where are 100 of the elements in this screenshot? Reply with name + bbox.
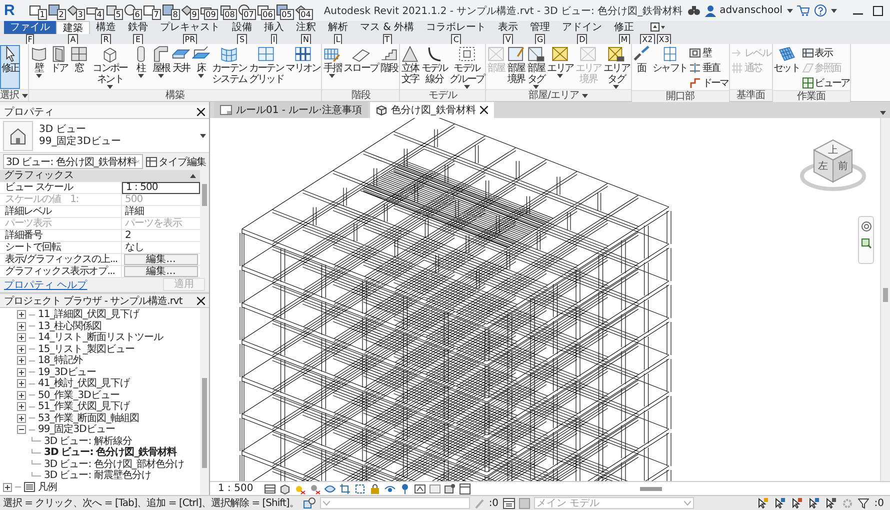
ribbon-button[interactable]: セット (772, 45, 801, 90)
view-tab[interactable]: ルール01 - ルール·注意事項 (214, 102, 368, 118)
ribbon-button[interactable]: モデル 線分 (420, 45, 448, 89)
tree-item[interactable]: 14_リスト_断面リストツール (0, 332, 200, 344)
ribbon-button[interactable]: シャフト (652, 45, 688, 90)
group-header[interactable]: グラフィックス (0, 170, 200, 182)
ribbon-button[interactable]: 表示 (800, 46, 850, 60)
view-tab[interactable]: 色分け図_鉄骨材料 (370, 102, 494, 118)
ribbon-button[interactable]: 手摺 (322, 45, 342, 89)
ribbon-tab[interactable]: プレキャスト (154, 21, 226, 34)
ribbon-tab[interactable]: 修正 (608, 21, 640, 34)
close-icon[interactable] (480, 106, 488, 114)
scrollbar-thumb[interactable] (883, 288, 888, 302)
toolbar-button[interactable]: 2 (46, 2, 63, 19)
ribbon-tab[interactable]: コラボレート (420, 21, 492, 34)
toolbar-button[interactable]: 08 (216, 2, 234, 19)
pinned-select-icon[interactable] (791, 497, 804, 509)
toolbar-button[interactable]: 06 (254, 2, 272, 19)
steering-wheel-icon[interactable] (860, 221, 872, 232)
ribbon-button[interactable]: スロープ (342, 45, 380, 89)
toolbar-button[interactable]: 9 (178, 2, 196, 19)
ribbon-button[interactable]: 階段 (379, 45, 400, 89)
ribbon-tab[interactable]: 表示 (492, 21, 524, 34)
help-icon[interactable] (814, 4, 826, 17)
ribbon-button[interactable]: 面 (632, 45, 652, 90)
ribbon-button[interactable]: ドア (49, 45, 69, 89)
constraints-icon[interactable] (444, 482, 456, 494)
ribbon-tab[interactable]: 構造 (90, 21, 122, 34)
tree-item[interactable]: 18_特記外 (0, 355, 200, 366)
ribbon-tab[interactable]: 設備 (226, 21, 258, 34)
ribbon-button[interactable]: 柱 (131, 45, 151, 89)
ribbon-button[interactable]: ビューア (800, 76, 850, 90)
tree-item[interactable]: 凡例 (0, 482, 200, 493)
workset-icon[interactable] (302, 497, 316, 509)
tree-item[interactable]: 3D ビュー: 色分け図_部材色分け (0, 458, 200, 470)
ribbon-tab[interactable]: 注釈 (290, 21, 322, 34)
drag-select-icon[interactable] (825, 497, 838, 509)
tree-item[interactable]: 3D ビュー: 色分け図_鉄骨材料 (0, 447, 200, 458)
cart-icon[interactable] (796, 5, 810, 16)
type-selector[interactable]: 3D ビュー 99_固定3Dビュー (0, 119, 209, 153)
ribbon-button[interactable]: エリア (546, 45, 574, 89)
ribbon-button[interactable]: 窓 (69, 45, 89, 89)
user-icon[interactable] (704, 4, 716, 16)
ribbon-tab[interactable]: 鉄骨 (122, 21, 154, 34)
detail-level-icon[interactable] (264, 482, 276, 494)
tree-item[interactable]: 15_リスト_製図ビュー (0, 344, 200, 355)
ribbon-button[interactable]: 立体 文字 (400, 45, 420, 89)
ribbon-button[interactable]: 垂直 (688, 61, 730, 75)
toolbar-button[interactable]: 07 (236, 2, 253, 19)
toolbar-button[interactable]: 3 (64, 2, 82, 19)
tree-item[interactable]: 41_検討_伏図_見下げ (0, 378, 200, 390)
view-properties-icon[interactable] (459, 482, 472, 494)
ribbon-tab[interactable]: ファイル (4, 21, 56, 34)
filter-icon[interactable] (858, 498, 870, 508)
ribbon-tab[interactable]: 挿入 (258, 21, 290, 34)
ribbon-button[interactable]: カーテン システム (211, 45, 248, 89)
tree-item[interactable]: 11_詳細図_伏図_見下げ (0, 309, 200, 320)
toolbar-button[interactable]: 6 (122, 2, 139, 19)
lock-icon[interactable] (369, 482, 382, 494)
ribbon-button[interactable]: 部屋 境界 (506, 45, 526, 89)
toolbar-button[interactable]: 4 (84, 2, 101, 19)
tree-item[interactable]: 99_固定3Dビュー (0, 424, 200, 436)
ribbon-button[interactable]: ドーマ (688, 76, 730, 90)
ribbon-button[interactable]: 部屋 タグ (526, 45, 546, 89)
design-options-icon[interactable] (502, 498, 515, 508)
ribbon-tab[interactable]: 解析 (322, 21, 354, 34)
tree-item[interactable]: 3D ビュー: 耐震壁色分け (0, 470, 200, 482)
scale-field[interactable]: 1 : 500 (122, 182, 200, 194)
ribbon-button[interactable]: 壁 (688, 46, 730, 60)
ribbon-button[interactable]: マリオン (284, 45, 322, 89)
maximize-icon[interactable] (872, 6, 882, 16)
ribbon-button[interactable]: カーテン グリッド (248, 45, 285, 89)
toolbar-button[interactable]: 8 (160, 2, 177, 19)
zoom-icon[interactable] (860, 238, 872, 249)
ribbon-button[interactable]: 修正 (0, 45, 20, 89)
ribbon-button[interactable]: 屋根 (151, 45, 171, 89)
ribbon-button[interactable]: エリア タグ (602, 45, 630, 89)
underlay-select-icon[interactable] (774, 497, 786, 509)
tree-item[interactable]: 51_作業_伏図_見下げ (0, 401, 200, 412)
close-icon[interactable] (197, 108, 205, 116)
tree-item[interactable]: 50_作業_3Dビュー (0, 390, 200, 401)
face-select-icon[interactable] (808, 497, 820, 509)
crop-icon[interactable] (339, 482, 352, 494)
scrollbar-thumb[interactable] (202, 184, 207, 206)
edit-type-button[interactable]: タイプ編集 (146, 154, 206, 168)
toolbar-button[interactable]: 09 (198, 2, 215, 19)
scrollbar-thumb[interactable] (640, 487, 662, 491)
crop-region-icon[interactable] (354, 482, 366, 494)
edit-button[interactable]: 編集... (124, 266, 198, 277)
user-name[interactable]: advanschool (720, 5, 782, 16)
binoculars-icon[interactable] (686, 5, 701, 16)
tree-item[interactable]: 53_作業_断面図_軸組図 (0, 412, 200, 424)
ribbon-button[interactable]: 壁 (29, 45, 49, 89)
ribbon-tab[interactable]: 管理 (524, 21, 556, 34)
tree-item[interactable]: 19_3Dビュー (0, 366, 200, 378)
analytical-model-icon[interactable] (414, 482, 426, 494)
ribbon-tab[interactable]: アドイン (556, 21, 608, 34)
scrollbar-thumb[interactable] (202, 378, 207, 468)
ribbon-button[interactable]: 天井 (171, 45, 191, 89)
toolbar-button[interactable]: 04 (292, 2, 310, 19)
